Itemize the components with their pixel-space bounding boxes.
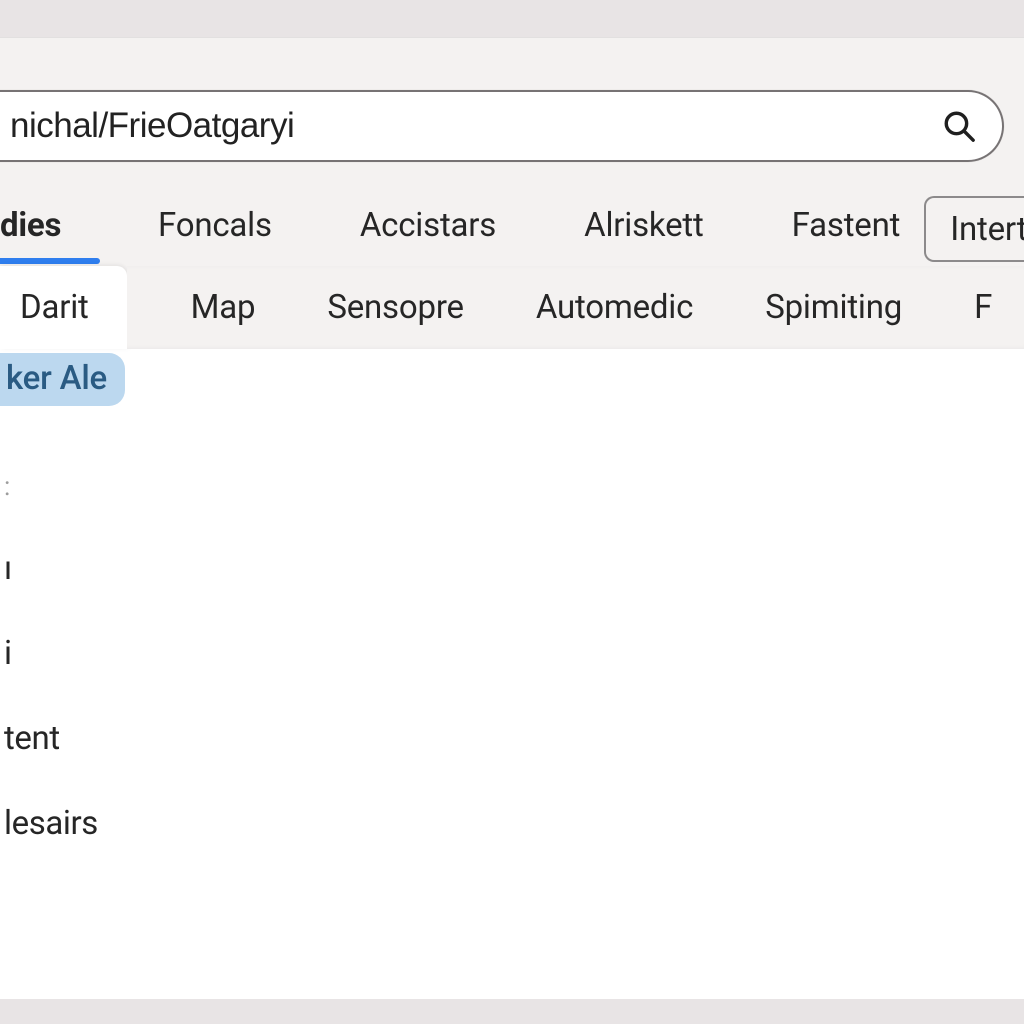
subtab-spimiting[interactable]: Spimiting [729,266,938,349]
list-item[interactable]: i [4,637,1024,670]
header-region: dies Foncals Accistars Alriskett Fastent… [0,37,1024,349]
list-item[interactable]: lesairs [4,807,1024,840]
window: dies Foncals Accistars Alriskett Fastent… [0,0,1024,1024]
secondary-tab-row: Darit Map Sensopre Automedic Spimiting F [0,266,1024,349]
secondary-tab-rest: Map Sensopre Automedic Spimiting F [127,266,1024,349]
highlight-chip[interactable]: ker Ale [0,353,125,406]
subtab-f[interactable]: F [938,266,992,349]
tab-accistars[interactable]: Accistars [336,192,520,266]
subtab-automedic[interactable]: Automedic [500,266,729,349]
search-icon[interactable] [942,109,976,143]
tab-foncals[interactable]: Foncals [134,192,296,266]
search-input[interactable] [8,105,942,147]
intert-button[interactable]: Intert [924,196,1024,262]
subtab-sensopre[interactable]: Sensopre [291,266,499,349]
tab-dies[interactable]: dies [0,192,94,266]
titlebar [0,0,1024,37]
list-item[interactable]: : [4,474,1024,500]
primary-tab-row: dies Foncals Accistars Alriskett Fastent… [0,176,1024,266]
search-row [0,38,1024,176]
search-container[interactable] [0,90,1004,162]
tab-fastent[interactable]: Fastent [768,192,925,266]
list-item[interactable]: tent [4,722,1024,755]
list-item[interactable]: ı [4,552,1024,585]
subtab-map[interactable]: Map [155,266,292,349]
tab-alriskett[interactable]: Alriskett [560,192,728,266]
content-area: ker Ale : ı i tent lesairs [0,349,1024,999]
subtab-darit[interactable]: Darit [0,266,127,349]
sidebar-list: : ı i tent lesairs [0,474,1024,840]
